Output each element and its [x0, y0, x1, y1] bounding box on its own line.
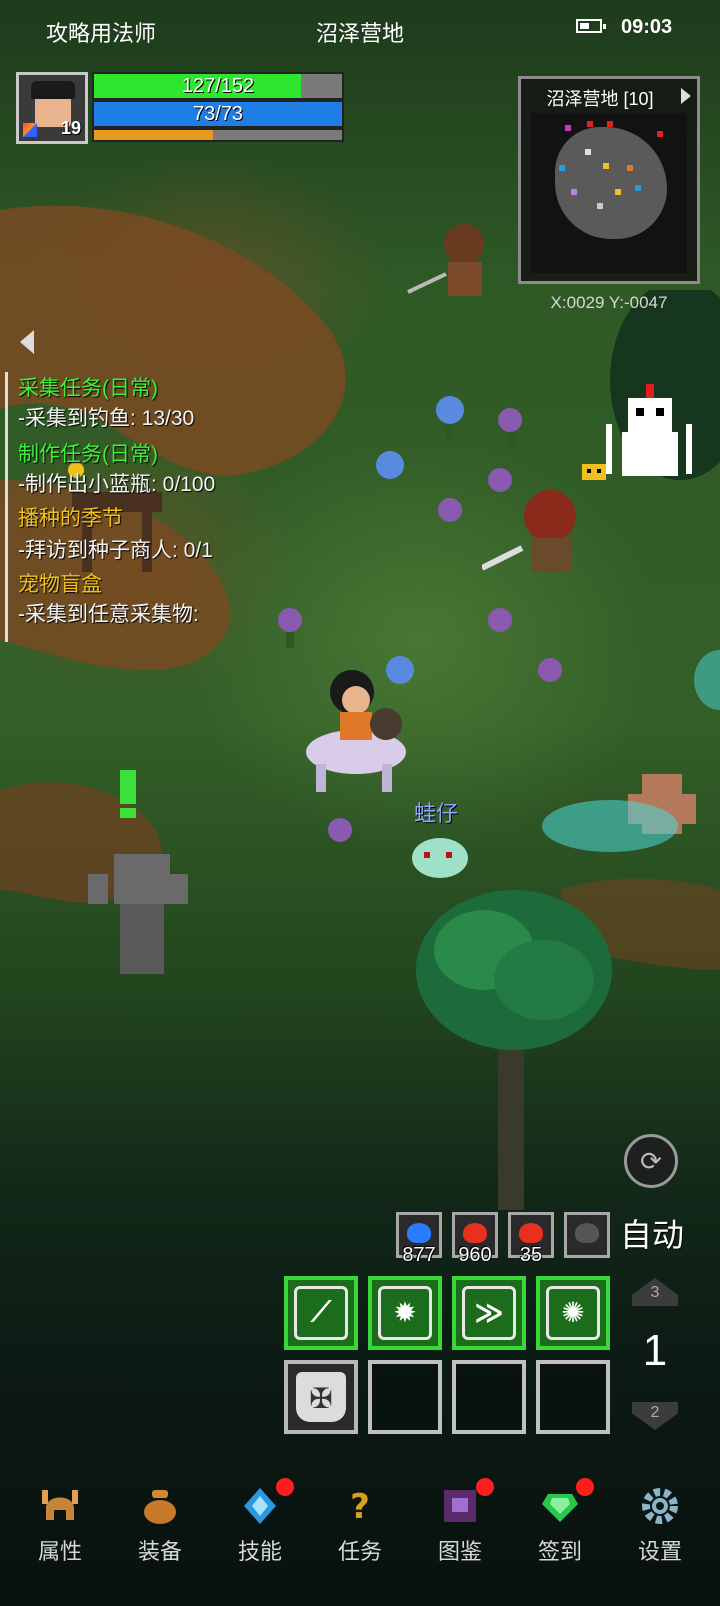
xp-bar: [92, 128, 344, 142]
cat-icon: [582, 464, 606, 480]
tree-sprite: [416, 890, 612, 1210]
bag-icon: [144, 1490, 176, 1524]
nav-label: 图鉴: [437, 1539, 482, 1564]
nav-label: 装备: [137, 1539, 182, 1564]
nav-quests[interactable]: ? 任务: [310, 1470, 410, 1570]
nav-settings[interactable]: 设置: [610, 1470, 710, 1570]
question-icon: ?: [350, 1487, 370, 1526]
consumable-slot[interactable]: 35: [508, 1212, 554, 1266]
slash-skill-icon: ⟋: [311, 1296, 331, 1327]
notification-badge: [476, 1478, 494, 1496]
skeleton-enemy-sprite[interactable]: [606, 384, 696, 484]
status-bar: 攻略用法师 沼泽营地 09:03: [0, 0, 720, 60]
consumable-slot[interactable]: [564, 1212, 610, 1258]
radiance-skill-icon: ✺: [561, 1297, 585, 1328]
quest-tracker[interactable]: 采集任务(日常) -采集到钓鱼: 13/30 制作任务(日常) -制作出小蓝瓶:…: [5, 372, 258, 642]
skill-slot[interactable]: ✠: [284, 1360, 358, 1434]
minimap-area[interactable]: [531, 113, 687, 273]
player-avatar[interactable]: 19: [16, 72, 88, 144]
player-level: 19: [60, 118, 81, 138]
skill-slot[interactable]: ≫: [452, 1276, 526, 1350]
consumable-count: 877: [402, 1244, 436, 1266]
consumable-count: 35: [519, 1244, 543, 1266]
skill-slot[interactable]: ✹: [368, 1276, 442, 1350]
nav-equipment[interactable]: 装备: [110, 1470, 210, 1570]
player-status-panel[interactable]: 19 127/152 73/73: [16, 72, 344, 144]
quest-line[interactable]: 播种的季节: [18, 502, 123, 532]
gear-icon: [642, 1488, 678, 1524]
emerald-icon: [542, 1494, 578, 1522]
nav-checkin[interactable]: 签到: [510, 1470, 610, 1570]
nav-attributes[interactable]: 属性: [10, 1470, 110, 1570]
class-icon: [23, 123, 37, 137]
empty-skill-slot[interactable]: [368, 1360, 442, 1434]
consumable-slot[interactable]: 960: [452, 1212, 498, 1266]
quest-panel-collapse-icon[interactable]: [20, 330, 34, 354]
player-coordinates: X:0029 Y:-0047: [550, 293, 668, 312]
nav-label: 属性: [37, 1539, 82, 1564]
consumable-slot[interactable]: 877: [396, 1212, 442, 1266]
mp-text: 73/73: [192, 103, 244, 125]
empty-skill-slot[interactable]: [452, 1360, 526, 1434]
red-potion-icon: [519, 1223, 543, 1243]
npc-sprite[interactable]: [398, 222, 498, 312]
shield-skill-icon: ✠: [309, 1383, 333, 1414]
quest-line[interactable]: 采集任务(日常): [18, 372, 158, 402]
quest-line[interactable]: -拜访到种子商人: 0/1: [18, 534, 213, 564]
teleport-portal[interactable]: [690, 640, 720, 720]
notification-badge: [576, 1478, 594, 1496]
quest-line[interactable]: 制作任务(日常): [18, 438, 158, 468]
gem-icon: [244, 1488, 276, 1524]
blue-potion-icon: [407, 1223, 431, 1243]
quest-line[interactable]: -制作出小蓝瓶: 0/100: [18, 468, 215, 498]
consumable-count: 960: [458, 1244, 492, 1266]
quest-line[interactable]: -采集到任意采集物:: [18, 598, 199, 628]
minimap-expand-icon[interactable]: [681, 88, 691, 104]
nav-label: 任务: [337, 1539, 382, 1564]
quest-line[interactable]: -采集到钓鱼: 13/30: [18, 402, 194, 432]
quest-line[interactable]: 宠物盲盒: [18, 568, 102, 598]
hp-bar: 127/152: [92, 72, 344, 100]
nav-label: 技能: [237, 1539, 282, 1564]
zone-name: 沼泽营地: [315, 21, 404, 46]
refresh-icon: ⟳: [640, 1145, 662, 1176]
pet-name-label: 蛙仔: [414, 801, 459, 826]
book-icon: [444, 1490, 476, 1522]
empty-slot-icon: [575, 1223, 599, 1243]
refresh-target-button[interactable]: ⟳: [624, 1134, 678, 1188]
nav-label: 签到: [537, 1539, 582, 1564]
minimap[interactable]: 沼泽营地 [10]: [518, 76, 700, 284]
player-character-sprite[interactable]: [286, 664, 416, 794]
skill-page-number: 1: [642, 1326, 668, 1375]
nav-codex[interactable]: 图鉴: [410, 1470, 510, 1570]
nav-label: 设置: [637, 1539, 682, 1564]
nav-skills[interactable]: 技能: [210, 1470, 310, 1570]
warrior-npc-sprite[interactable]: [482, 476, 602, 586]
battery-icon: [576, 19, 606, 33]
auto-battle-button[interactable]: 自动: [620, 1210, 684, 1256]
skill-slot[interactable]: ✺: [536, 1276, 610, 1350]
hp-text: 127/152: [181, 75, 255, 97]
red-potion-icon: [463, 1223, 487, 1243]
clock: 09:03: [621, 16, 673, 38]
notification-badge: [276, 1478, 294, 1496]
pet-sprite[interactable]: [410, 828, 470, 882]
mp-bar: 73/73: [92, 100, 344, 128]
bottom-navigation: 属性 装备 技能 ? 任务 图鉴 签到 设置: [0, 1470, 720, 1606]
skill-slot[interactable]: ⟋: [284, 1276, 358, 1350]
helmet-icon: [42, 1490, 78, 1520]
teleport-portal[interactable]: [540, 788, 720, 858]
empty-skill-slot[interactable]: [536, 1360, 610, 1434]
svg-text:?: ?: [350, 1487, 370, 1526]
dash-skill-icon: ≫: [474, 1297, 504, 1328]
minimap-title: 沼泽营地 [10]: [546, 89, 654, 109]
burst-skill-icon: ✹: [393, 1297, 417, 1328]
stone-statue-sprite[interactable]: [88, 770, 188, 990]
